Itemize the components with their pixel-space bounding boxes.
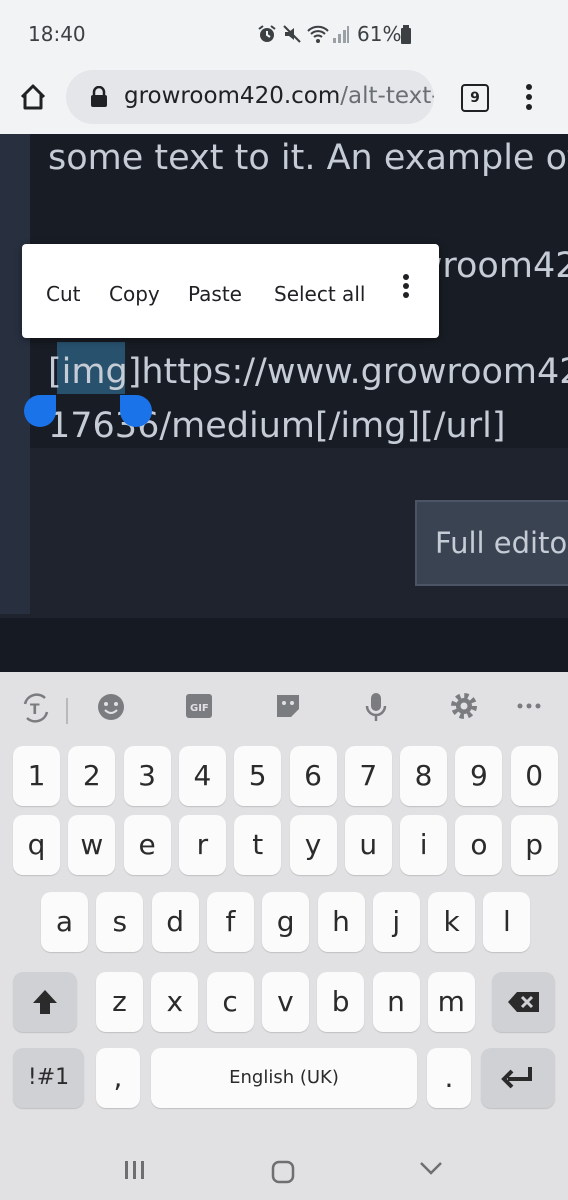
- key-6[interactable]: 6: [289, 746, 337, 806]
- key-5[interactable]: 5: [234, 746, 282, 806]
- backspace-icon: [507, 992, 539, 1012]
- text-context-menu: Cut Copy Paste Select all: [22, 244, 439, 338]
- key-8[interactable]: 8: [400, 746, 448, 806]
- selection-end-handle[interactable]: [120, 395, 152, 427]
- full-editor-button[interactable]: Full edito: [415, 500, 568, 586]
- key-k[interactable]: k: [428, 892, 476, 952]
- editor-line-1: some text to it. An example of: [48, 138, 568, 178]
- key-a[interactable]: a: [41, 892, 88, 952]
- cut-menu-item[interactable]: Cut: [46, 282, 80, 306]
- key-j[interactable]: j: [372, 892, 420, 952]
- recent-apps-icon[interactable]: [123, 1160, 147, 1180]
- key-l[interactable]: l: [483, 892, 531, 952]
- key-b[interactable]: b: [317, 972, 365, 1032]
- tab-switcher-button[interactable]: 9: [461, 84, 489, 112]
- backspace-key[interactable]: [492, 972, 555, 1032]
- selected-text: img: [61, 352, 128, 392]
- address-bar[interactable]: growroom420.com/alt-text-: [66, 70, 434, 124]
- back-nav-icon[interactable]: [419, 1160, 443, 1176]
- svg-text:T: T: [30, 702, 40, 718]
- emoji-icon[interactable]: [96, 692, 126, 722]
- symbols-key[interactable]: !#1: [13, 1048, 84, 1108]
- key-s[interactable]: s: [96, 892, 144, 952]
- key-c[interactable]: c: [206, 972, 254, 1032]
- key-u[interactable]: u: [344, 815, 392, 875]
- key-7[interactable]: 7: [344, 746, 392, 806]
- alarm-icon: [258, 25, 276, 42]
- key-d[interactable]: d: [151, 892, 199, 952]
- menu-more-icon[interactable]: [524, 82, 534, 112]
- more-options-icon[interactable]: [403, 274, 409, 301]
- editor-gutter: [0, 134, 30, 614]
- enter-icon: [501, 1067, 532, 1089]
- key-q[interactable]: q: [13, 815, 60, 875]
- key-1[interactable]: 1: [13, 746, 60, 806]
- key-h[interactable]: h: [317, 892, 365, 952]
- home-icon[interactable]: [18, 82, 48, 112]
- key-2[interactable]: 2: [68, 746, 116, 806]
- svg-text:GIF: GIF: [190, 703, 209, 714]
- key-z[interactable]: z: [96, 972, 143, 1032]
- browser-toolbar: growroom420.com/alt-text- 9: [0, 68, 568, 134]
- key-f[interactable]: f: [206, 892, 254, 952]
- lock-icon: [91, 86, 107, 107]
- key-w[interactable]: w: [68, 815, 116, 875]
- period-key[interactable]: .: [427, 1048, 471, 1108]
- toolbar-divider: [66, 698, 68, 724]
- settings-icon[interactable]: [450, 692, 478, 720]
- space-key[interactable]: English (UK): [151, 1048, 417, 1108]
- translate-icon[interactable]: T: [20, 692, 52, 724]
- wifi-icon: [307, 25, 329, 43]
- status-bar: 18:40 61%: [0, 0, 568, 68]
- shift-key[interactable]: [13, 972, 77, 1032]
- key-t[interactable]: t: [234, 815, 282, 875]
- key-p[interactable]: p: [510, 815, 558, 875]
- page-footer: [0, 618, 568, 672]
- shift-icon: [33, 990, 57, 1014]
- key-m[interactable]: m: [427, 972, 475, 1032]
- soft-keyboard: T GIF 1234567890 qwertyuiop asdfghjkl zxcvb…: [0, 672, 568, 1200]
- key-4[interactable]: 4: [178, 746, 226, 806]
- key-3[interactable]: 3: [123, 746, 171, 806]
- paste-menu-item[interactable]: Paste: [188, 282, 242, 306]
- key-n[interactable]: n: [372, 972, 420, 1032]
- key-g[interactable]: g: [262, 892, 310, 952]
- key-i[interactable]: i: [400, 815, 448, 875]
- gif-icon[interactable]: GIF: [185, 692, 213, 720]
- select-all-menu-item[interactable]: Select all: [274, 282, 365, 306]
- key-v[interactable]: v: [261, 972, 309, 1032]
- status-time: 18:40: [28, 22, 86, 46]
- key-e[interactable]: e: [123, 815, 171, 875]
- key-0[interactable]: 0: [510, 746, 558, 806]
- key-x[interactable]: x: [151, 972, 199, 1032]
- more-icon[interactable]: [516, 692, 542, 720]
- editor-line-3: [img]https://www.growroom42: [48, 352, 568, 392]
- key-o[interactable]: o: [455, 815, 503, 875]
- key-y[interactable]: y: [289, 815, 337, 875]
- key-r[interactable]: r: [178, 815, 226, 875]
- page-content: some text to it. An example of [url=http…: [0, 134, 568, 672]
- editor-line-4: 17636/medium[/img][/url]: [48, 406, 506, 446]
- enter-key[interactable]: [481, 1048, 555, 1108]
- comma-key[interactable]: ,: [96, 1048, 140, 1108]
- mic-icon[interactable]: [364, 692, 388, 722]
- copy-menu-item[interactable]: Copy: [109, 282, 160, 306]
- sticker-icon[interactable]: [274, 692, 302, 720]
- battery-icon: [401, 25, 411, 44]
- selection-start-handle[interactable]: [24, 395, 56, 427]
- home-nav-icon[interactable]: [271, 1160, 295, 1184]
- url-text: growroom420.com/alt-text-: [124, 83, 434, 109]
- signal-icon: [333, 26, 349, 43]
- battery-percent: 61%: [357, 22, 402, 46]
- mute-icon: [283, 25, 301, 43]
- key-9[interactable]: 9: [455, 746, 503, 806]
